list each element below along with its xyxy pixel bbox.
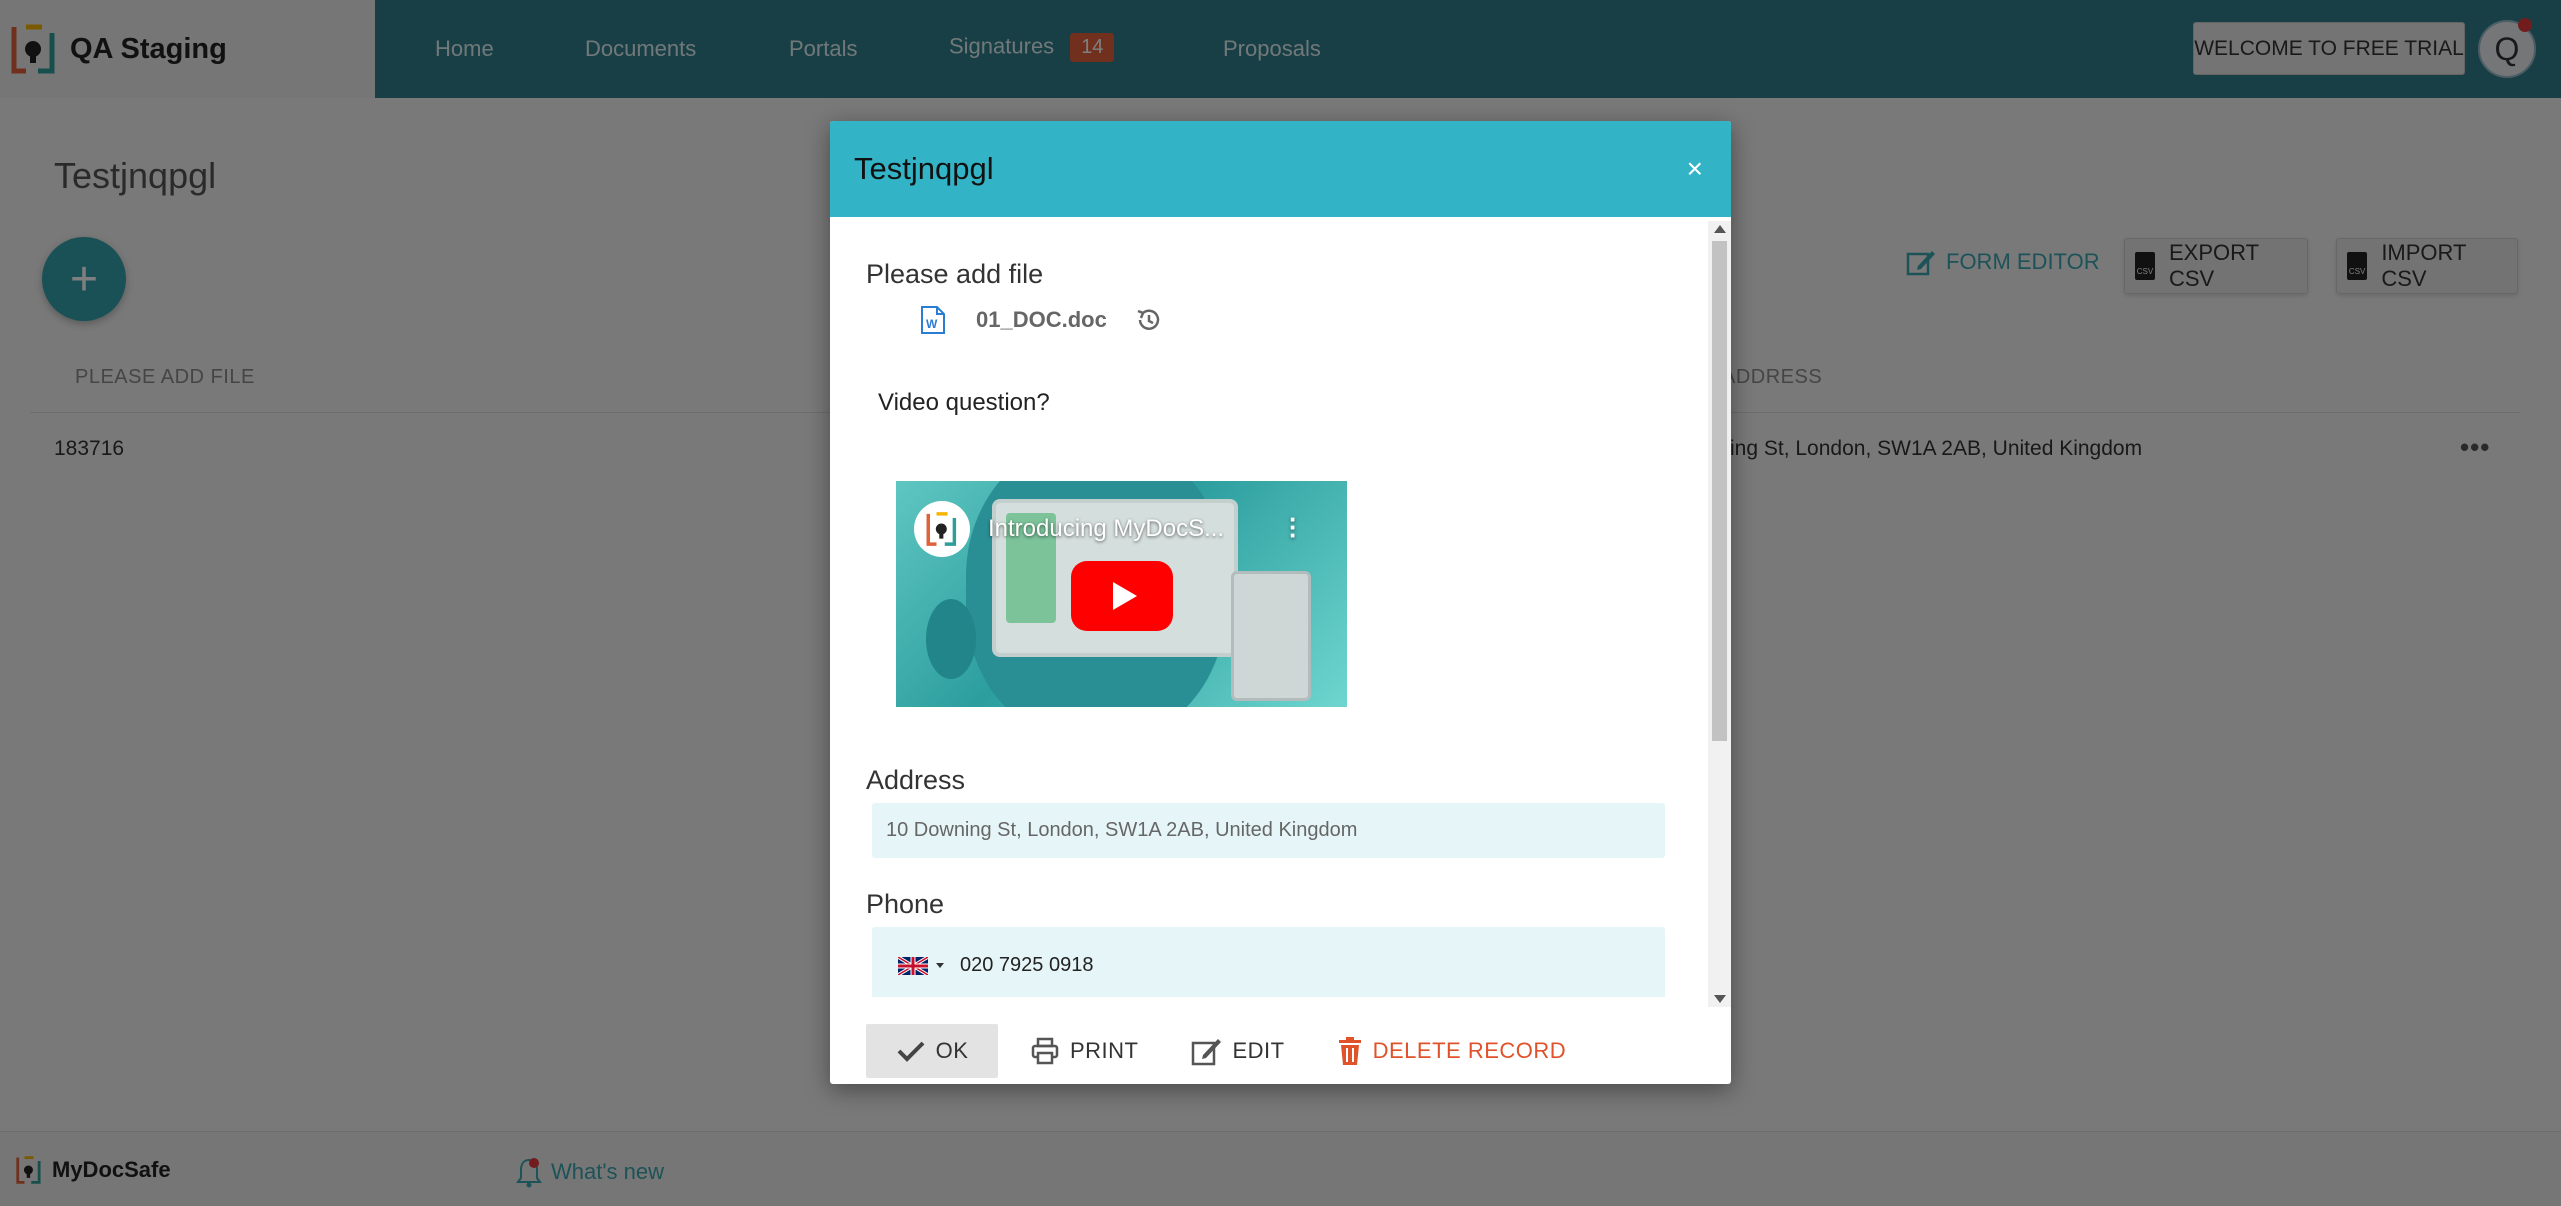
file-field-label: Please add file: [866, 259, 1044, 289]
phone-field-label: Phone: [866, 889, 945, 919]
delete-record-button[interactable]: DELETE RECORD: [1317, 1024, 1587, 1078]
scroll-down-icon[interactable]: [1714, 995, 1726, 1003]
video-thumbnail-device: [1231, 571, 1311, 701]
modal-scrollbar[interactable]: [1708, 221, 1731, 1007]
ok-label: OK: [935, 1037, 969, 1063]
scroll-up-icon[interactable]: [1714, 225, 1726, 233]
video-question-label: Video question?: [878, 389, 1050, 416]
channel-avatar-icon[interactable]: [914, 501, 970, 557]
history-icon[interactable]: [1135, 306, 1163, 334]
uk-flag-icon[interactable]: [898, 956, 928, 975]
edit-button[interactable]: EDIT: [1171, 1024, 1305, 1078]
trash-icon: [1338, 1036, 1361, 1065]
address-field-label: Address: [866, 765, 966, 795]
svg-text:W: W: [926, 317, 938, 331]
phone-input[interactable]: 020 7925 0918: [872, 927, 1665, 997]
file-name[interactable]: 01_DOC.doc: [976, 307, 1107, 333]
record-modal: Testjnqpgl × Please add file W 01_DOC.do…: [830, 121, 1731, 1084]
check-icon: [897, 1041, 925, 1062]
modal-body[interactable]: Please add file W 01_DOC.doc Video quest…: [830, 217, 1717, 997]
file-attachment[interactable]: W 01_DOC.doc: [920, 305, 1163, 335]
modal-footer: OK PRINT EDIT DELETE RECORD: [830, 1017, 1731, 1084]
address-input[interactable]: 10 Downing St, London, SW1A 2AB, United …: [872, 803, 1665, 858]
print-button[interactable]: PRINT: [1010, 1024, 1159, 1078]
modal-title: Testjnqpgl: [854, 151, 994, 186]
delete-label: DELETE RECORD: [1372, 1037, 1567, 1063]
printer-icon: [1031, 1037, 1059, 1064]
edit-label: EDIT: [1232, 1037, 1285, 1063]
mydocsafe-logo-icon: [926, 512, 957, 546]
youtube-video-embed[interactable]: Introducing MyDocS... · · ·: [896, 481, 1347, 707]
video-more-icon[interactable]: · · ·: [1289, 506, 1298, 548]
close-icon[interactable]: ×: [1687, 153, 1703, 185]
edit-icon: [1191, 1038, 1221, 1065]
video-title[interactable]: Introducing MyDocS...: [988, 515, 1224, 543]
modal-header: Testjnqpgl ×: [830, 121, 1731, 217]
print-label: PRINT: [1070, 1037, 1139, 1063]
chevron-down-icon[interactable]: [936, 963, 944, 968]
phone-value: 020 7925 0918: [960, 954, 1094, 976]
scrollbar-thumb[interactable]: [1712, 241, 1727, 741]
video-thumbnail-shape: [926, 599, 976, 679]
word-document-icon: W: [921, 306, 945, 334]
ok-button[interactable]: OK: [866, 1023, 998, 1078]
play-icon[interactable]: [1071, 561, 1173, 631]
